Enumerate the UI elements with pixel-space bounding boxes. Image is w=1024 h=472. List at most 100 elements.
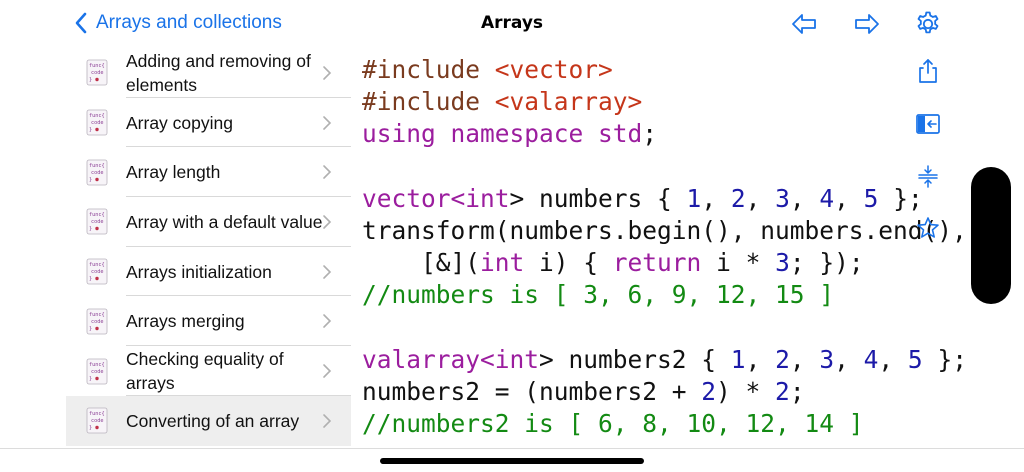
share-icon <box>919 59 937 83</box>
code-token: 3 <box>819 344 835 374</box>
toggle-panel-button[interactable] <box>913 109 943 139</box>
share-button[interactable] <box>913 56 943 86</box>
svg-text:}: } <box>89 177 92 183</box>
star-icon <box>917 217 939 238</box>
chevron-right-icon <box>323 165 332 180</box>
svg-text:func{: func{ <box>89 63 105 69</box>
code-token: 4 <box>819 183 835 213</box>
gear-icon <box>917 11 939 34</box>
svg-text:code: code <box>91 170 104 176</box>
chevron-left-icon <box>75 12 87 34</box>
code-line: numbers2 = (numbers2 + 2) * 2; <box>362 376 1024 408</box>
chevron-right-icon <box>323 264 332 279</box>
svg-text:func{: func{ <box>89 113 105 119</box>
code-token: ; }); <box>789 248 864 278</box>
svg-text:}: } <box>89 226 92 232</box>
code-token: std <box>598 119 643 149</box>
code-token: #include <box>362 55 495 84</box>
code-token: 3 <box>775 248 790 278</box>
code-file-icon: func{ code } <box>86 209 108 235</box>
code-file-icon: func{ code } <box>86 159 108 186</box>
code-token: , <box>789 183 820 213</box>
code-line: valarray<int> numbers2 { 1, 2, 3, 4, 5 }… <box>362 344 1024 376</box>
svg-text:func{: func{ <box>89 362 105 368</box>
chevron-right-icon <box>323 314 332 329</box>
sidebar-item-label: Converting of an array <box>126 410 300 431</box>
scroll-indicator[interactable] <box>971 167 1011 304</box>
sidebar-item-checking-equality[interactable]: func{ code } Checking equality of arrays <box>66 346 351 396</box>
previous-button[interactable] <box>789 9 819 39</box>
code-token: i) { <box>524 248 613 278</box>
code-token: using namespace <box>362 119 599 149</box>
code-token: return <box>612 248 702 278</box>
divider <box>0 448 1024 449</box>
sidebar-item-array-length[interactable]: func{ code } Array length <box>66 147 351 198</box>
svg-text:code: code <box>91 70 104 76</box>
page-title: Arrays <box>480 13 544 33</box>
code-token: int <box>480 248 525 278</box>
code-file-icon: func{ code } <box>86 308 108 335</box>
code-token: 2 <box>730 183 746 213</box>
code-token: 1 <box>730 344 746 374</box>
sidebar-item-arrays-merging[interactable]: func{ code } Arrays merging <box>66 297 351 347</box>
code-token: , <box>834 344 864 374</box>
code-file-icon: func{ code } <box>86 59 108 86</box>
sidebar-item-array-copying[interactable]: func{ code } Array copying <box>66 98 351 148</box>
sidebar: func{ code } Adding and removing of elem… <box>66 48 351 448</box>
code-token: > numbers2 { <box>539 344 731 374</box>
code-token: , <box>701 183 731 213</box>
sidebar-item-label: Arrays merging <box>126 311 245 332</box>
code-token: 2 <box>775 344 790 374</box>
code-token: }; <box>922 344 967 374</box>
code-token: <vector> <box>494 55 613 84</box>
home-indicator[interactable] <box>380 458 644 464</box>
svg-text:code: code <box>91 369 104 375</box>
code-token: //numbers2 is [ 6, 8, 10, 12, 14 ] <box>362 409 864 439</box>
sidebar-item-default-value[interactable]: func{ code } Array with a default value <box>66 197 351 247</box>
code-token: , <box>745 183 776 213</box>
chevron-right-icon <box>323 115 332 130</box>
code-token: ; <box>642 119 658 149</box>
code-token: //numbers is [ 3, 6, 9, 12, 15 ] <box>362 280 835 310</box>
sidebar-item-label: Arrays initialization <box>126 261 272 282</box>
back-button[interactable]: Arrays and collections <box>74 12 282 34</box>
svg-text:code: code <box>91 319 104 325</box>
compress-button[interactable] <box>913 161 943 191</box>
svg-text:code: code <box>91 418 104 424</box>
code-token: i * <box>701 248 776 278</box>
code-token: > numbers { <box>509 183 687 213</box>
code-token: , <box>834 183 864 213</box>
code-line: [&](int i) { return i * 3; }); <box>362 247 1024 279</box>
code-token: 1 <box>686 183 702 213</box>
svg-text:func{: func{ <box>89 262 105 268</box>
code-token: int <box>494 344 540 374</box>
code-file-icon: func{ code } <box>86 407 108 434</box>
sidebar-item-label: Array length <box>126 162 221 183</box>
sidebar-item-converting-array[interactable]: func{ code } Converting of an array <box>66 395 351 446</box>
code-line: //numbers is [ 3, 6, 9, 12, 15 ] <box>362 279 1024 311</box>
settings-button[interactable] <box>913 9 943 39</box>
back-button-label: Arrays and collections <box>96 12 282 33</box>
svg-text:code: code <box>91 120 104 126</box>
code-token: , <box>878 344 908 374</box>
code-file-icon: func{ code } <box>86 109 108 136</box>
code-file-icon: func{ code } <box>86 358 108 384</box>
code-token: ) * <box>716 376 776 406</box>
code-file-icon: func{ code } <box>86 258 108 285</box>
svg-text:func{: func{ <box>89 212 105 218</box>
code-token: [&]( <box>362 248 481 278</box>
sidebar-item-adding-removing[interactable]: func{ code } Adding and removing of elem… <box>66 48 351 98</box>
favorite-button[interactable] <box>913 213 943 243</box>
next-button[interactable] <box>852 9 882 39</box>
panel-toggle-icon <box>916 114 940 134</box>
code-token: numbers2 = (numbers2 + <box>362 376 702 406</box>
code-line: //numbers2 is [ 6, 8, 10, 12, 14 ] <box>362 408 1024 440</box>
sidebar-item-arrays-initialization[interactable]: func{ code } Arrays initialization <box>66 247 351 297</box>
svg-text:}: } <box>89 276 92 282</box>
svg-text:}: } <box>89 425 92 431</box>
code-token: , <box>789 344 820 374</box>
code-token: 3 <box>775 183 790 213</box>
code-token: , <box>745 344 776 374</box>
code-token: #include <box>362 87 495 117</box>
svg-text:func{: func{ <box>89 163 105 169</box>
